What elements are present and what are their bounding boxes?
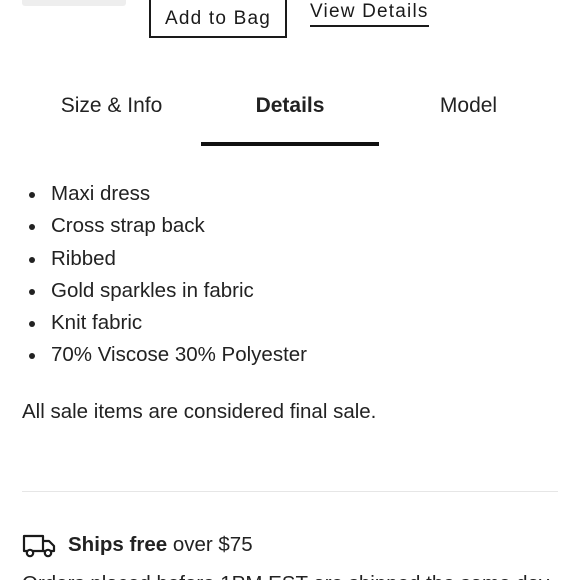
shipping-cutoff-text: Orders placed before 1PM EST are shipped… <box>22 572 549 580</box>
list-item: Gold sparkles in fabric <box>22 275 562 307</box>
add-to-bag-button[interactable]: Add to Bag <box>149 0 287 38</box>
tab-details[interactable]: Details <box>201 80 379 146</box>
shipping-info: Ships free over $75 <box>22 530 253 560</box>
product-thumbnail[interactable] <box>22 0 126 6</box>
list-item: Ribbed <box>22 243 562 275</box>
section-divider <box>22 491 558 492</box>
truck-icon <box>22 534 56 558</box>
list-item: Maxi dress <box>22 178 562 210</box>
bullet-icon <box>29 321 35 328</box>
bullet-icon <box>29 224 35 231</box>
list-item: Knit fabric <box>22 307 562 339</box>
final-sale-note: All sale items are considered final sale… <box>22 400 377 423</box>
details-list: Maxi dress Cross strap back Ribbed Gold … <box>22 178 562 372</box>
bullet-icon <box>29 353 35 360</box>
product-details-page: Add to Bag View Details Size & Info Deta… <box>0 0 580 580</box>
list-item: 70% Viscose 30% Polyester <box>22 339 562 371</box>
view-details-link[interactable]: View Details <box>310 1 429 27</box>
bullet-icon <box>29 256 35 263</box>
ships-free-bold: Ships free <box>68 533 168 556</box>
bullet-icon <box>29 288 35 295</box>
ships-free-threshold: over $75 <box>167 533 253 556</box>
tab-model[interactable]: Model <box>379 80 558 146</box>
ships-free-text: Ships free over $75 <box>68 533 253 557</box>
product-info-tabs: Size & Info Details Model <box>22 80 558 146</box>
tab-size-info[interactable]: Size & Info <box>22 80 201 146</box>
bullet-icon <box>29 192 35 198</box>
list-item: Cross strap back <box>22 210 562 242</box>
